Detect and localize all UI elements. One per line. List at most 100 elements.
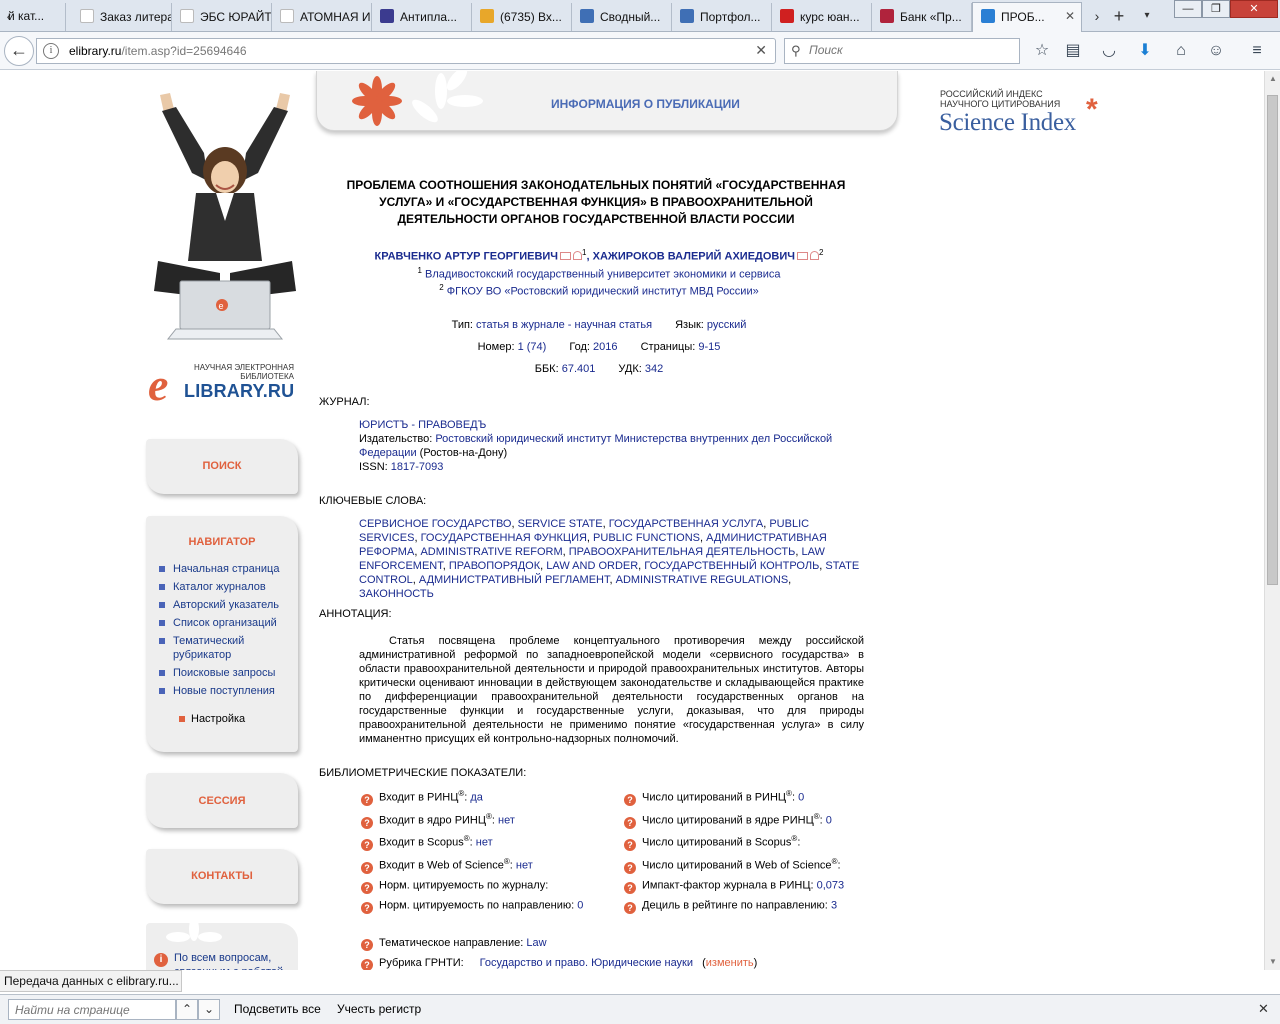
keyword-link[interactable]: LAW AND ORDER xyxy=(546,560,638,572)
url-text[interactable]: elibrary.ru/item.asp?id=25694646 xyxy=(69,44,247,58)
help-icon[interactable]: ? xyxy=(624,838,636,851)
hello-chat-icon[interactable]: ☺ xyxy=(1205,40,1227,62)
help-icon[interactable]: ? xyxy=(624,861,636,874)
help-icon[interactable]: ? xyxy=(361,881,373,894)
help-icon[interactable]: ? xyxy=(361,901,373,914)
elibrary-logo[interactable]: e НАУЧНАЯ ЭЛЕКТРОННАЯ БИБЛИОТЕКА LIBRARY… xyxy=(148,361,308,409)
browser-tab[interactable]: курс юан... xyxy=(772,3,872,31)
help-icon[interactable]: ? xyxy=(361,939,373,951)
browser-tab[interactable]: Банк «Пр... xyxy=(872,3,972,31)
search-input[interactable] xyxy=(809,43,1009,57)
mail-icon[interactable] xyxy=(797,251,809,260)
help-text[interactable]: По всем вопросам, связанным с работой xyxy=(174,951,294,970)
help-icon[interactable]: ? xyxy=(624,816,636,829)
author-profile-icon[interactable] xyxy=(810,250,820,260)
browser-tab[interactable]: Заказ литера... xyxy=(72,3,172,31)
search-panel[interactable]: ПОИСК xyxy=(146,439,298,494)
mail-icon[interactable] xyxy=(560,251,572,260)
issue-link[interactable]: 1 (74) xyxy=(518,341,547,353)
topic-link[interactable]: Law xyxy=(526,937,546,949)
browser-tab[interactable]: Антипла... xyxy=(372,3,472,31)
find-next-icon[interactable]: ⌄ xyxy=(198,999,220,1020)
keyword-link[interactable]: ГОСУДАРСТВЕННАЯ УСЛУГА xyxy=(609,518,764,530)
find-close-icon[interactable]: ✕ xyxy=(1258,1001,1269,1017)
author-link[interactable]: ХАЖИРОКОВ ВАЛЕРИЙ АХИЕДОВИЧ xyxy=(593,251,795,263)
keyword-link[interactable]: ЗАКОННОСТЬ xyxy=(359,588,434,600)
downloads-icon[interactable]: ⬇ xyxy=(1134,40,1156,62)
metric-value[interactable]: 0 xyxy=(826,815,832,827)
home-icon[interactable]: ⌂ xyxy=(1170,40,1192,62)
metric-value[interactable]: нет xyxy=(476,837,493,849)
metric-value[interactable]: да xyxy=(470,792,483,804)
navigator-item[interactable]: Поисковые запросы xyxy=(146,666,298,680)
contacts-panel[interactable]: КОНТАКТЫ xyxy=(146,849,298,904)
keyword-link[interactable]: ГОСУДАРСТВЕННАЯ ФУНКЦИЯ xyxy=(421,532,587,544)
help-icon[interactable]: ? xyxy=(361,793,373,806)
navigator-item[interactable]: Каталог журналов xyxy=(146,580,298,594)
help-icon[interactable]: ? xyxy=(624,793,636,806)
new-tab-icon[interactable]: + xyxy=(1112,5,1126,27)
scrollbar-thumb[interactable] xyxy=(1267,95,1278,585)
browser-tab[interactable]: (6735) Вх... xyxy=(472,3,572,31)
affiliation-link[interactable]: Владивостокский государственный универси… xyxy=(425,269,780,281)
pocket-icon[interactable]: ◡ xyxy=(1098,40,1120,62)
author-profile-icon[interactable] xyxy=(573,250,583,260)
browser-tab[interactable]: й кат... xyxy=(0,3,66,31)
keyword-link[interactable]: СЕРВИСНОЕ ГОСУДАРСТВО xyxy=(359,518,512,530)
affiliation-link[interactable]: ФГКОУ ВО «Ростовский юридический институ… xyxy=(447,286,759,298)
find-input[interactable] xyxy=(8,999,176,1020)
help-icon[interactable]: ? xyxy=(361,861,373,874)
scroll-up-icon[interactable]: ▲ xyxy=(1265,71,1280,87)
tabs-list-icon[interactable]: ▾ xyxy=(1140,5,1154,27)
metric-value[interactable]: нет xyxy=(498,815,515,827)
science-index-logo[interactable]: РОССИЙСКИЙ ИНДЕКС НАУЧНОГО ЦИТИРОВАНИЯ S… xyxy=(939,89,1120,141)
metric-value[interactable]: 0 xyxy=(577,900,583,912)
scroll-down-icon[interactable]: ▼ xyxy=(1265,954,1280,970)
navigator-item[interactable]: Тематический рубрикатор xyxy=(146,634,298,662)
search-bar[interactable]: ⚲ xyxy=(784,38,1020,64)
url-bar[interactable]: i elibrary.ru/item.asp?id=25694646 ✕ xyxy=(36,38,776,64)
find-previous-icon[interactable]: ⌃ xyxy=(176,999,198,1020)
bookmark-star-icon[interactable]: ☆ xyxy=(1031,40,1053,62)
navigator-item[interactable]: Новые поступления xyxy=(146,684,298,698)
contacts-link[interactable]: КОНТАКТЫ xyxy=(146,849,298,882)
metric-value[interactable]: нет xyxy=(516,860,533,872)
maximize-icon[interactable]: ❐ xyxy=(1202,0,1230,18)
stop-loading-icon[interactable]: ✕ xyxy=(755,42,767,59)
help-icon[interactable]: ? xyxy=(361,838,373,851)
menu-icon[interactable]: ≡ xyxy=(1246,40,1268,62)
highlight-all-button[interactable]: Подсветить все xyxy=(234,1002,321,1016)
session-panel[interactable]: СЕССИЯ xyxy=(146,773,298,828)
site-info-icon[interactable]: i xyxy=(43,43,59,59)
browser-tab[interactable]: ЭБС ЮРАЙТ xyxy=(172,3,272,31)
help-icon[interactable]: ? xyxy=(624,881,636,894)
settings-item[interactable]: Настройка xyxy=(146,712,298,726)
author-link[interactable]: КРАВЧЕНКО АРТУР ГЕОРГИЕВИЧ xyxy=(375,251,559,263)
keyword-link[interactable]: SERVICE STATE xyxy=(518,518,603,530)
metric-value[interactable]: 0 xyxy=(798,792,804,804)
grnti-link[interactable]: Государство и право. Юридические науки xyxy=(480,957,693,969)
tab-close-icon[interactable]: ✕ xyxy=(1065,9,1075,23)
browser-tab[interactable]: Сводный... xyxy=(572,3,672,31)
keyword-link[interactable]: АДМИНИСТРАТИВНЫЙ РЕГЛАМЕНТ xyxy=(419,574,610,586)
metric-value[interactable]: 3 xyxy=(831,900,837,912)
journal-link[interactable]: ЮРИСТЪ - ПРАВОВЕДЪ xyxy=(359,418,864,432)
browser-tab[interactable]: АТОМНАЯ И... xyxy=(272,3,372,31)
session-link[interactable]: СЕССИЯ xyxy=(146,773,298,807)
help-icon[interactable]: ? xyxy=(361,959,373,970)
keyword-link[interactable]: ГОСУДАРСТВЕННЫЙ КОНТРОЛЬ xyxy=(644,560,819,572)
browser-tab[interactable]: ПРОБ... ✕ xyxy=(972,2,1082,32)
window-close-icon[interactable]: ✕ xyxy=(1230,0,1278,18)
navigator-item[interactable]: Авторский указатель xyxy=(146,598,298,612)
keyword-link[interactable]: PUBLIC FUNCTIONS xyxy=(593,532,700,544)
keyword-link[interactable]: ПРАВООХРАНИТЕЛЬНАЯ ДЕЯТЕЛЬНОСТЬ xyxy=(569,546,796,558)
back-button[interactable]: ← xyxy=(4,36,34,66)
page-scrollbar[interactable]: ▲ ▼ xyxy=(1264,71,1280,970)
browser-tab[interactable]: Портфол... xyxy=(672,3,772,31)
tabs-scroll-right-icon[interactable]: › xyxy=(1090,5,1104,27)
navigator-item[interactable]: Список организаций xyxy=(146,616,298,630)
minimize-icon[interactable]: — xyxy=(1174,0,1202,18)
metric-value[interactable]: 0,073 xyxy=(817,880,845,892)
navigator-item[interactable]: Начальная страница xyxy=(146,562,298,576)
keyword-link[interactable]: ПРАВОПОРЯДОК xyxy=(449,560,540,572)
